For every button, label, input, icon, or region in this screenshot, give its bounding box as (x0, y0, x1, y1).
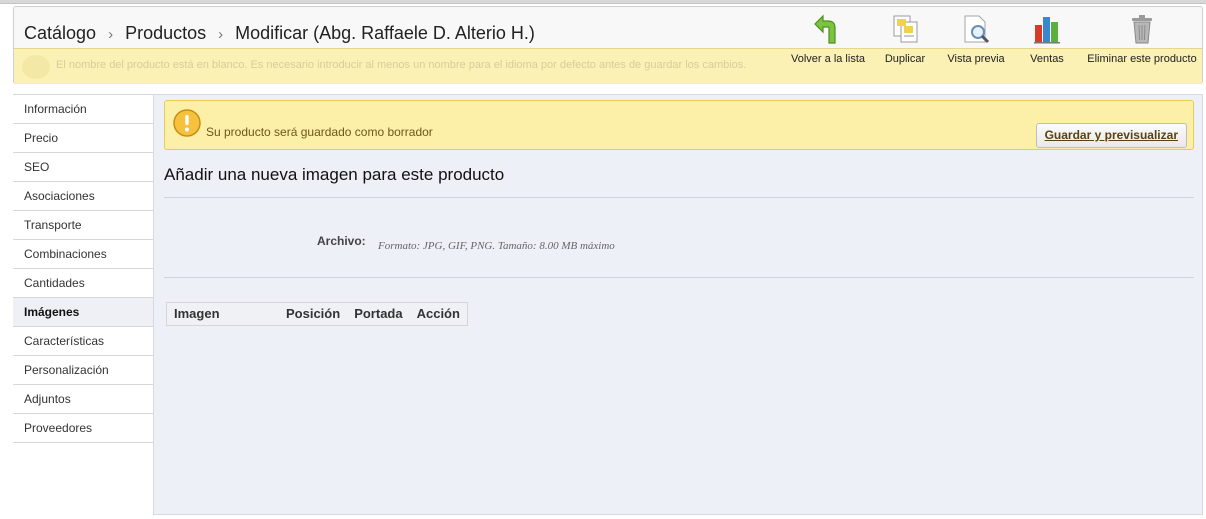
sidebar: Información Precio SEO Asociaciones Transpor… (13, 94, 154, 443)
back-arrow-icon (810, 13, 846, 45)
sidebar-item-imagenes[interactable]: Imágenes (13, 298, 154, 327)
sidebar-item-caracteristicas[interactable]: Características (13, 327, 154, 356)
column-header-image: Imagen (174, 306, 220, 321)
breadcrumb: Catálogo › Productos › Modificar (Abg. R… (24, 23, 535, 44)
sidebar-item-informacion[interactable]: Información (13, 95, 154, 124)
breadcrumb-catalogo[interactable]: Catálogo (24, 23, 96, 44)
trash-icon (1124, 13, 1160, 45)
sales-chart-icon (1029, 13, 1065, 45)
toolbar-actions: Volver a la lista Duplicar Vista previa … (786, 13, 1202, 69)
sidebar-item-adjuntos[interactable]: Adjuntos (13, 385, 154, 414)
breadcrumb-separator-icon: › (218, 26, 224, 43)
delete-product-button[interactable]: Eliminar este producto (1082, 13, 1202, 69)
draft-notice: Su producto será guardado como borrador … (164, 100, 1194, 150)
breadcrumb-separator-icon: › (108, 26, 114, 43)
sidebar-item-transporte[interactable]: Transporte (13, 211, 154, 240)
preview-button[interactable]: Vista previa (940, 13, 1012, 69)
divider (164, 197, 1194, 198)
sales-button[interactable]: Ventas (1012, 13, 1082, 69)
sidebar-item-seo[interactable]: SEO (13, 153, 154, 182)
sidebar-item-combinaciones[interactable]: Combinaciones (13, 240, 154, 269)
divider (164, 277, 1194, 278)
column-header-action: Acción (416, 306, 460, 321)
top-rule (0, 0, 1206, 4)
duplicate-button[interactable]: Duplicar (870, 13, 940, 69)
column-header-cover: Portada (354, 306, 403, 321)
column-header-position: Posición (286, 306, 341, 321)
preview-magnifier-icon (958, 13, 994, 45)
background-warning-text: El nombre del producto está en blanco. E… (56, 59, 747, 71)
breadcrumb-productos[interactable]: Productos (125, 23, 206, 44)
sidebar-item-cantidades[interactable]: Cantidades (13, 269, 154, 298)
toolbar: El nombre del producto está en blanco. E… (13, 6, 1203, 84)
sidebar-item-asociaciones[interactable]: Asociaciones (13, 182, 154, 211)
sidebar-item-proveedores[interactable]: Proveedores (13, 414, 154, 443)
draft-notice-text: Su producto será guardado como borrador (206, 125, 433, 139)
duplicate-icon (887, 13, 923, 45)
faded-warning-icon (22, 55, 50, 79)
section-title: Añadir una nueva imagen para este produc… (164, 165, 505, 184)
file-format-hint: Formato: JPG, GIF, PNG. Tamaño: 8.00 MB … (378, 240, 615, 252)
main-panel: Su producto será guardado como borrador … (153, 94, 1203, 515)
back-to-list-button[interactable]: Volver a la lista (786, 13, 870, 69)
sidebar-item-personalizacion[interactable]: Personalización (13, 356, 154, 385)
images-table-header: Imagen Posición Portada Acción (166, 302, 468, 326)
file-label: Archivo: (317, 234, 366, 248)
warning-icon (173, 109, 201, 137)
save-and-preview-button[interactable]: Guardar y previsualizar (1035, 123, 1187, 148)
sidebar-item-precio[interactable]: Precio (13, 124, 154, 153)
page-title: Modificar (Abg. Raffaele D. Alterio H.) (235, 23, 535, 43)
